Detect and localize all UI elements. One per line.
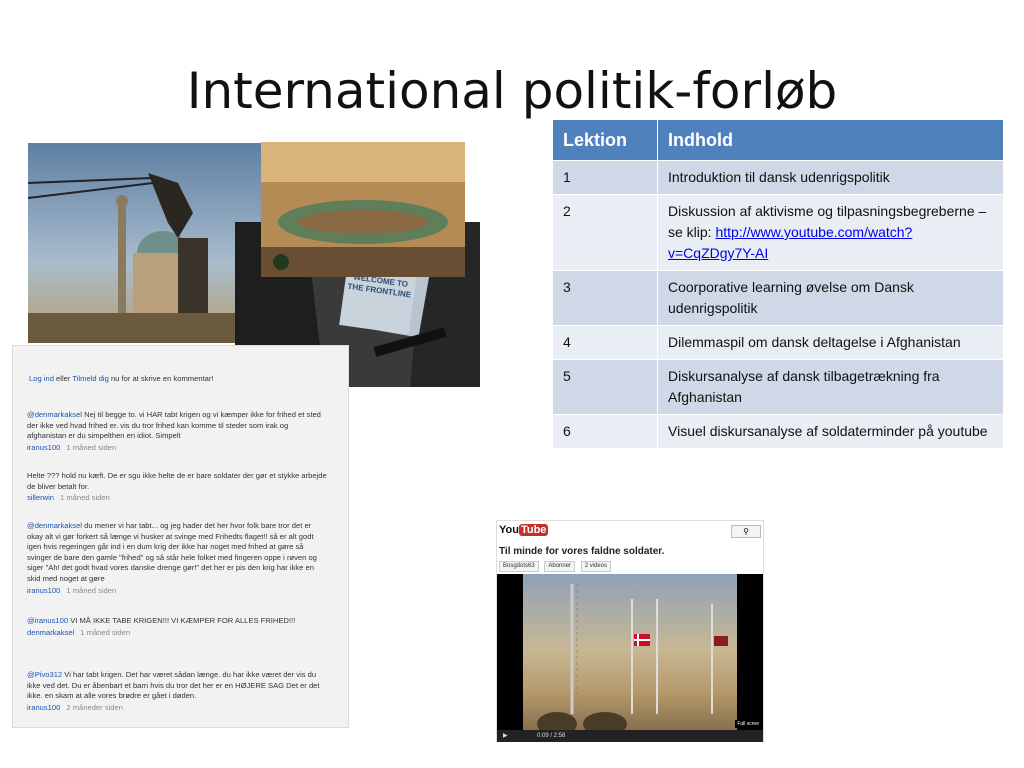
login-prompt: Log ind eller Tilmeld dig nu for at skri… xyxy=(29,374,214,385)
subscribe-button[interactable]: Abonner xyxy=(544,561,576,572)
channel-bar: Bosgdots63 Abonner 2 videos xyxy=(499,561,615,572)
play-icon[interactable]: ▶ xyxy=(503,730,508,742)
comment-author[interactable]: iranus100 xyxy=(27,443,60,452)
video-player[interactable]: Full scree ▶ 0:09 / 2:58 xyxy=(497,574,763,742)
comment-reply-to[interactable]: @denmarkaksel xyxy=(27,410,82,419)
header-indhold: Indhold xyxy=(657,119,1004,161)
comment-text: VI MÅ IKKE TABE KRIGEN!!! VI KÆMPER FOR … xyxy=(70,616,296,625)
comment-time: 1 måned siden xyxy=(66,585,117,595)
cell-indhold: Diskussion af aktivisme og tilpasningsbe… xyxy=(657,194,1004,271)
comment-text: Helte ??? hold nu kæft. De er sgu ikke h… xyxy=(27,471,327,491)
table-row: 6 Visuel diskursanalyse af soldaterminde… xyxy=(552,414,1004,449)
slide-title: International politik-forløb xyxy=(186,62,838,120)
cell-indhold: Dilemmaspil om dansk deltagelse i Afghan… xyxy=(657,325,1004,360)
comment-text: du mener vi har tabt... og jeg hader det… xyxy=(27,521,317,583)
flags-video-frame xyxy=(497,574,763,736)
comment-author[interactable]: iranus100 xyxy=(27,586,60,595)
conference-room-photo xyxy=(261,142,465,277)
fullscreen-button[interactable]: Full scree xyxy=(735,720,761,728)
conference-photo-art xyxy=(261,142,465,277)
comment-text: Vi har tabt krigen. Det har været sådan … xyxy=(27,670,320,701)
comment-reply-to[interactable]: @iranus100 xyxy=(27,616,68,625)
comment-author[interactable]: denmarkaksel xyxy=(27,628,74,637)
table-row: 2 Diskussion af aktivisme og tilpasnings… xyxy=(552,194,1004,271)
signup-link[interactable]: Tilmeld dig xyxy=(72,374,108,383)
comment-time: 1 måned siden xyxy=(60,493,110,503)
comment-item: @denmarkaksel Nej til begge to. vi HAR t… xyxy=(27,410,327,453)
comment-reply-to[interactable]: @Pivo312 xyxy=(27,670,62,679)
table-row: 5 Diskursanalyse af dansk tilbagetræknin… xyxy=(552,359,1004,415)
table-row: 3 Coorporative learning øvelse om Dansk … xyxy=(552,270,1004,326)
comment-time: 2 måneder siden xyxy=(66,702,123,712)
video-controls: ▶ 0:09 / 2:58 xyxy=(497,730,763,742)
youtube-screenshot: You Tube ⚲ Til minde for vores faldne sol… xyxy=(496,520,764,742)
statue-photo-art xyxy=(28,143,268,343)
youtube-logo-you: You xyxy=(499,524,519,536)
cell-indhold: Visuel diskursanalyse af soldaterminder … xyxy=(657,414,1004,449)
comment-time: 1 måned siden xyxy=(66,442,117,452)
statue-toppling-photo xyxy=(28,143,268,343)
comment-time: 1 måned siden xyxy=(80,627,131,637)
table-header-row: Lektion Indhold xyxy=(552,119,1004,161)
comment-reply-to[interactable]: @denmarkaksel xyxy=(27,521,82,530)
cell-indhold: Introduktion til dansk udenrigspolitik xyxy=(657,160,1004,195)
comment-author[interactable]: sillerwin xyxy=(27,493,54,502)
table-row: 1 Introduktion til dansk udenrigspolitik xyxy=(552,160,1004,195)
youtube-logo[interactable]: You Tube xyxy=(499,524,549,536)
cell-lektion: 1 xyxy=(552,160,658,195)
table-row: 4 Dilemmaspil om dansk deltagelse i Afgh… xyxy=(552,325,1004,360)
cell-lektion: 5 xyxy=(552,359,658,415)
cell-indhold: Coorporative learning øvelse om Dansk ud… xyxy=(657,270,1004,326)
video-title: Til minde for vores faldne soldater. xyxy=(499,546,665,557)
youtube-logo-tube: Tube xyxy=(518,524,549,536)
video-time: 0:09 / 2:58 xyxy=(537,733,566,739)
comment-author[interactable]: iranus100 xyxy=(27,703,60,712)
cell-lektion: 3 xyxy=(552,270,658,326)
cell-lektion: 6 xyxy=(552,414,658,449)
login-link[interactable]: Log ind xyxy=(29,374,54,383)
comment-item: @Pivo312 Vi har tabt krigen. Det har vær… xyxy=(27,670,327,713)
comment-item: Helte ??? hold nu kæft. De er sgu ikke h… xyxy=(27,471,327,504)
cell-lektion: 2 xyxy=(552,194,658,271)
login-suffix: nu for at skrive en kommentar! xyxy=(110,374,214,383)
channel-name[interactable]: Bosgdots63 xyxy=(499,561,539,572)
cell-indhold: Diskursanalyse af dansk tilbagetrækning … xyxy=(657,359,1004,415)
search-icon[interactable]: ⚲ xyxy=(731,525,761,538)
login-or: eller xyxy=(56,374,71,383)
comment-item: @iranus100 VI MÅ IKKE TABE KRIGEN!!! VI … xyxy=(27,616,327,638)
header-lektion: Lektion xyxy=(552,119,658,161)
videos-dropdown[interactable]: 2 videos xyxy=(580,561,612,572)
lesson-table: Lektion Indhold 1 Introduktion til dansk… xyxy=(552,119,1004,449)
cell-lektion: 4 xyxy=(552,325,658,360)
comment-item: @denmarkaksel du mener vi har tabt... og… xyxy=(27,521,327,596)
comments-panel: Log ind eller Tilmeld dig nu for at skri… xyxy=(12,345,349,728)
